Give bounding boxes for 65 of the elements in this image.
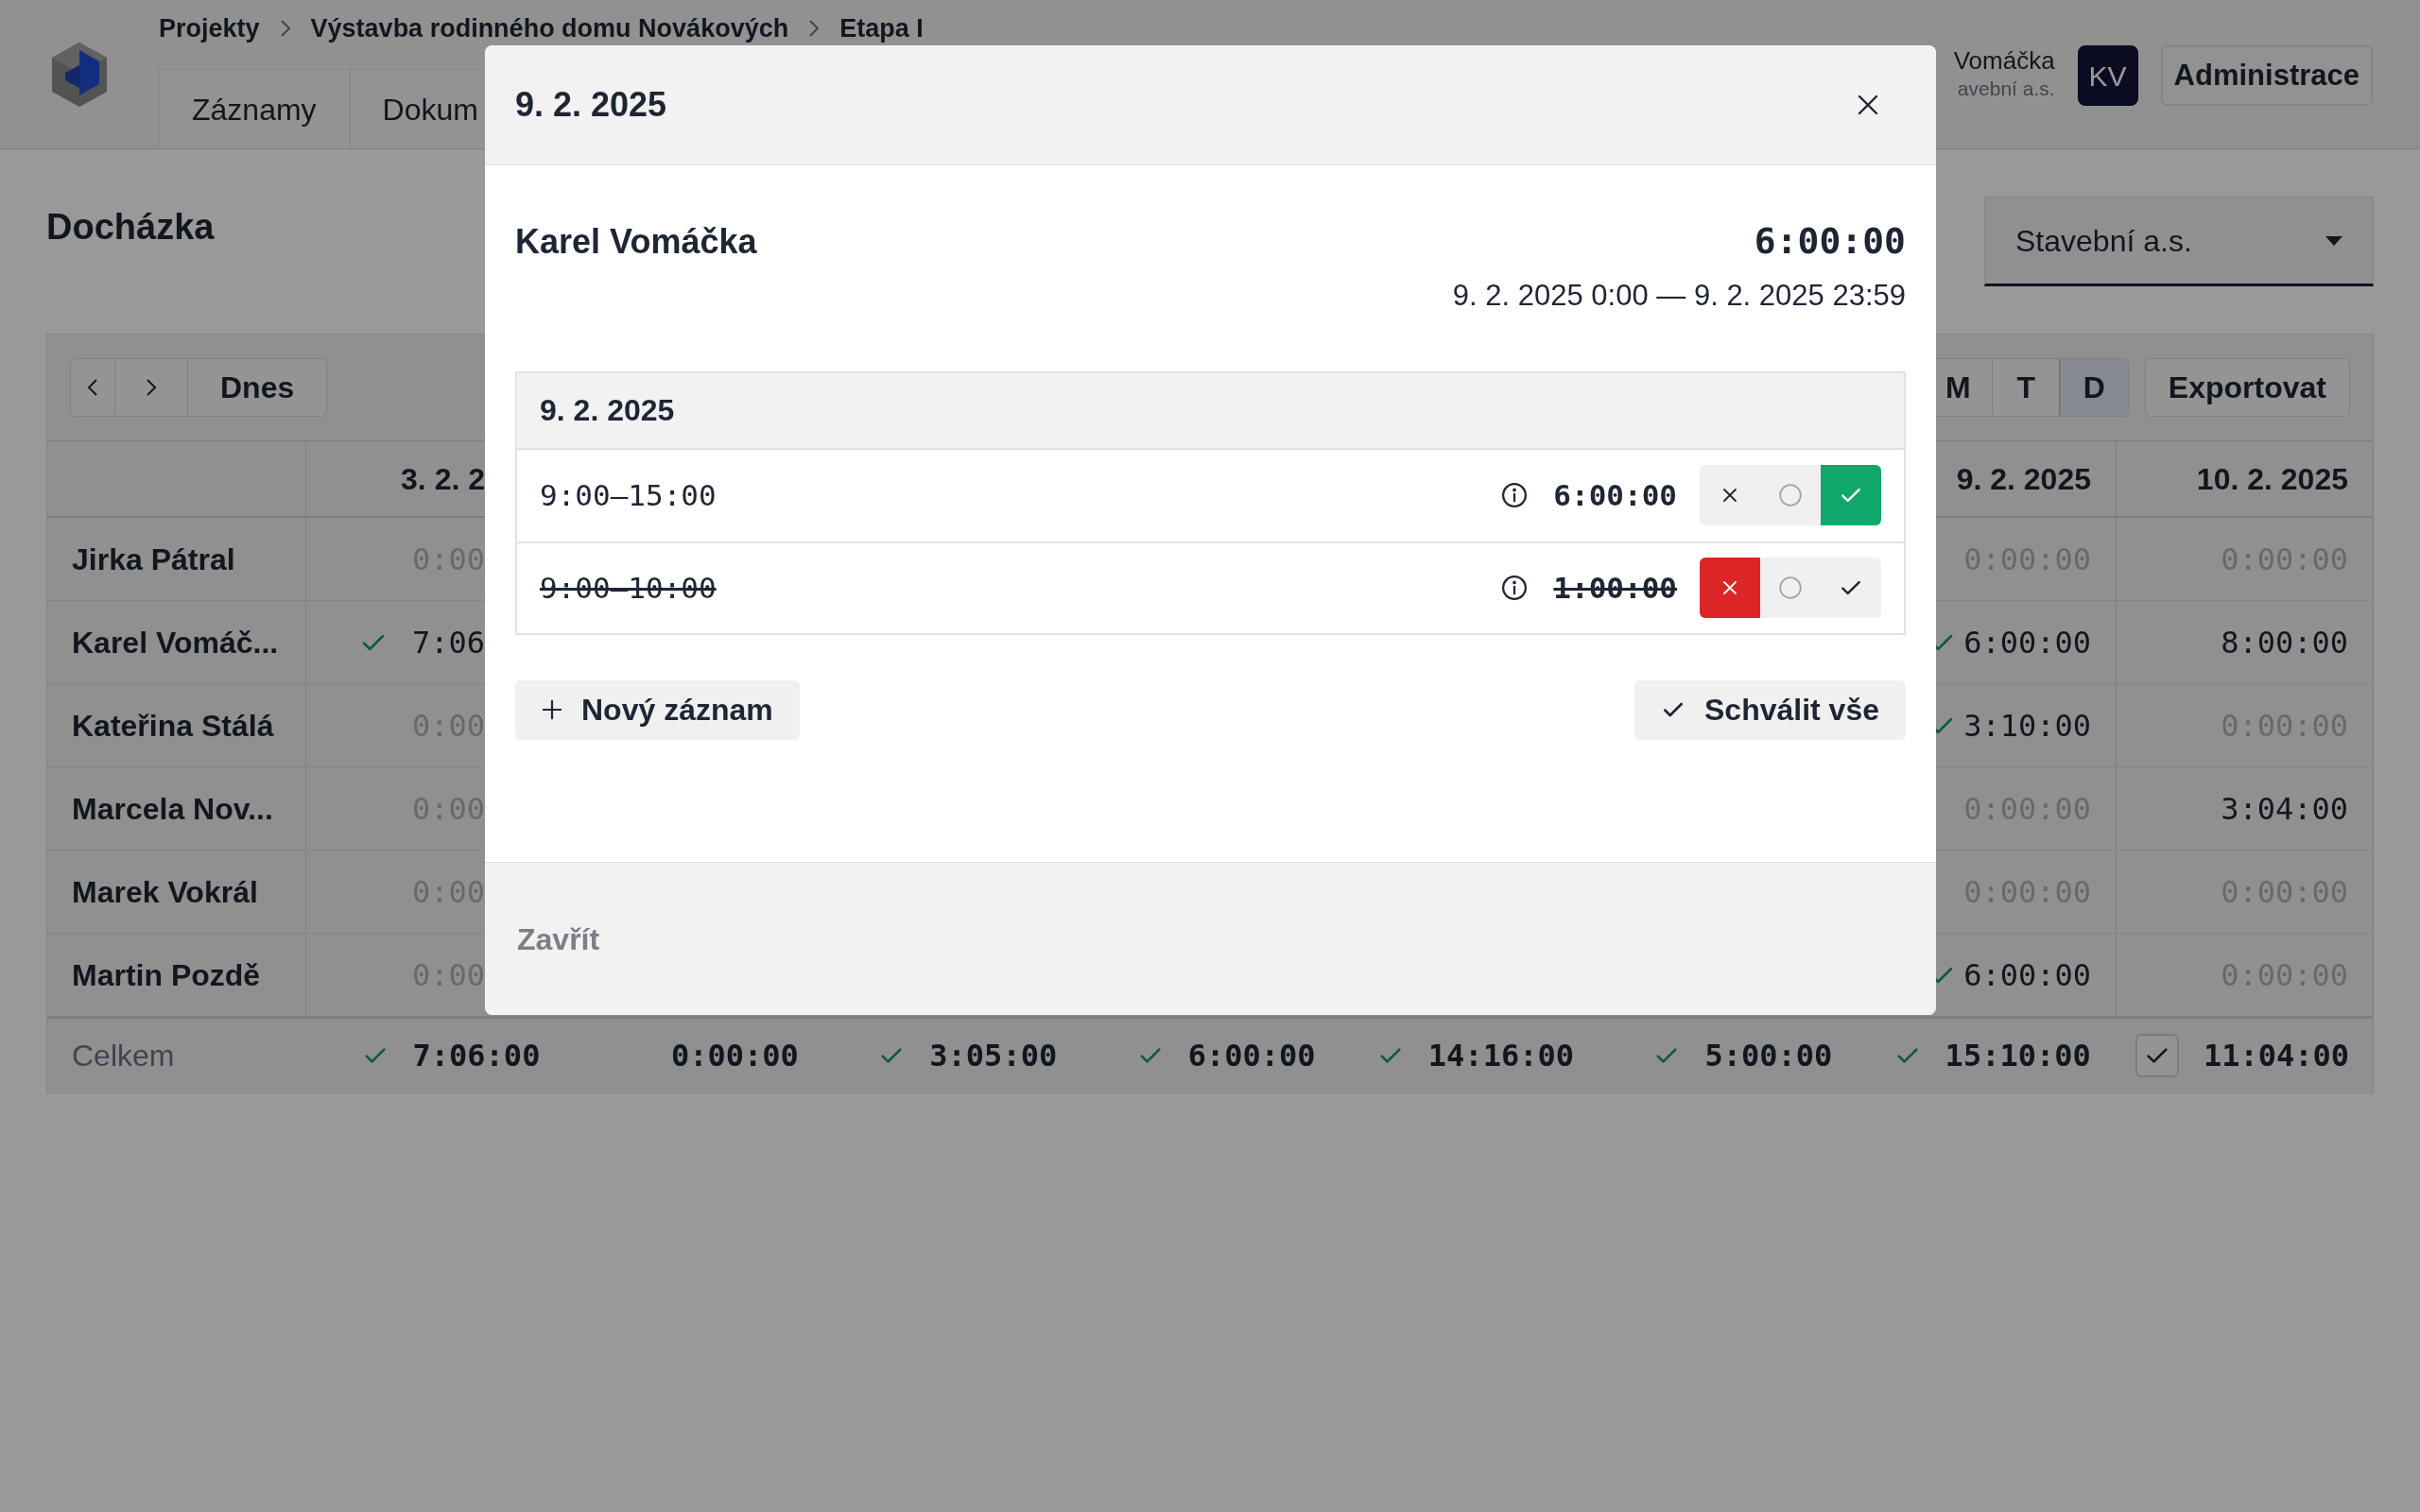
circle-icon [1778,576,1803,600]
chevron-left-icon [87,378,98,397]
close-icon [1721,487,1738,504]
entry-duration: 1:00:00 [1553,569,1677,607]
reject-button[interactable] [1700,558,1760,618]
employee-name: Martin Pozdě [72,956,261,994]
user-name: Vomáčka [1953,45,2055,77]
employee-name: Marcela Nov... [72,790,273,828]
close-icon [1721,579,1738,596]
modal-title: 9. 2. 2025 [515,84,667,126]
hours-cell-text: 6:00:00 [1963,623,2091,662]
employee-name: Kateřina Stálá [72,707,274,745]
employee-name: Jirka Pátral [72,541,235,578]
date-range: 9. 2. 2025 0:00 — 9. 2. 2025 23:59 [1452,278,1906,314]
approve-checkbox[interactable] [2135,1034,2179,1077]
chevron-icon [807,17,821,39]
user-avatar[interactable]: KV [2077,45,2138,106]
hours-cell-text: 3:10:00 [1963,706,2091,746]
company-select[interactable]: Stavební a.s. [1984,197,2374,286]
view-tab[interactable]: D [2059,359,2128,416]
total-hours: 3:05:00 [929,1037,1058,1075]
breadcrumb-link[interactable]: Etapa I [839,9,924,48]
total-hours: 11:04:00 [2204,1037,2350,1075]
hours-cell-text: 8:00:00 [2221,623,2348,662]
administration-button[interactable]: Administrace [2160,45,2373,106]
total-label: Celkem [72,1038,175,1074]
entry-duration: 6:00:00 [1553,476,1677,514]
time-range: 9:00–15:00 [540,476,717,514]
hours-cell-text: 6:00:00 [1963,955,2091,995]
chevron-icon [278,17,292,39]
employee-name: Karel Vomáč... [72,624,279,662]
close-button[interactable]: Zavřít [517,916,600,962]
hours-cell-text: 7:06 [411,623,485,662]
time-range: 9:00–10:00 [540,569,717,607]
page-title: Docházka [46,206,215,249]
total-hours: 15:10:00 [1945,1037,2091,1075]
employee-name: Marek Vokrál [72,873,258,911]
info-icon[interactable] [1500,481,1530,509]
total-hours: 5:00:00 [1704,1037,1833,1075]
approve-all-button[interactable]: Schválit vše [1634,679,1906,740]
plus-icon [542,699,562,720]
hours-cell-text: 3:04:00 [2221,789,2348,829]
chevron-right-icon [146,378,157,397]
total-duration: 6:00:00 [1754,219,1906,264]
column-header: 10. 2. 2025 [2196,460,2348,498]
circle-icon [1778,483,1803,507]
total-hours: 14:16:00 [1427,1037,1574,1075]
nav-tab[interactable]: Záznamy [159,69,350,148]
total-hours: 0:00:00 [670,1037,799,1075]
person-name: Karel Vomáčka [515,221,757,263]
close-glyph-icon [1857,94,1879,116]
breadcrumb-link[interactable]: Projekty [159,9,260,48]
cube-logo-icon [50,40,109,109]
total-hours: 6:00:00 [1187,1037,1316,1075]
total-hours: 7:06:00 [412,1037,541,1075]
day-heading: 9. 2. 2025 [540,392,675,429]
approve-button[interactable] [1821,465,1881,525]
column-header: 3. 2. 2 [401,460,485,498]
breadcrumb-link[interactable]: Výstavba rodinného domu Novákových [310,9,789,48]
export-button[interactable]: Exportovat [2144,358,2350,417]
info-icon[interactable] [1500,574,1530,602]
caret-icon [2325,235,2342,246]
column-header: 9. 2. 2025 [1956,460,2091,498]
user-company: avební a.s. [1957,76,2055,101]
new-record-button[interactable]: Nový záznam [515,679,800,740]
